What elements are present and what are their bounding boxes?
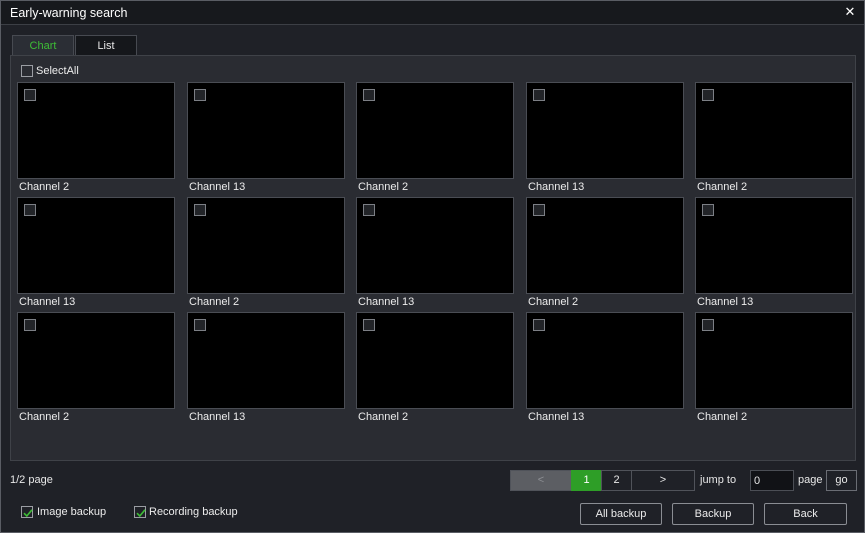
thumbnail-checkbox[interactable]	[363, 319, 375, 331]
snapshot-thumbnail[interactable]	[356, 82, 514, 179]
channel-label: Channel 13	[528, 181, 585, 193]
snapshot-thumbnail[interactable]	[17, 197, 175, 294]
thumbnail-checkbox[interactable]	[363, 89, 375, 101]
backup-button[interactable]: Backup	[672, 503, 754, 525]
snapshot-thumbnail[interactable]	[356, 312, 514, 409]
snapshot-thumbnail[interactable]	[695, 82, 853, 179]
thumbnail-checkbox[interactable]	[533, 204, 545, 216]
snapshot-thumbnail[interactable]	[17, 312, 175, 409]
thumbnail-cell: Channel 13	[187, 82, 345, 194]
channel-label: Channel 2	[189, 296, 240, 308]
channel-label: Channel 2	[19, 181, 70, 193]
thumbnail-cell: Channel 2	[187, 197, 345, 309]
thumbnail-cell: Channel 2	[356, 312, 514, 424]
thumbnail-checkbox[interactable]	[702, 319, 714, 331]
channel-label: Channel 13	[19, 296, 76, 308]
prev-page-button[interactable]: <	[510, 470, 572, 491]
thumbnail-checkbox[interactable]	[363, 204, 375, 216]
snapshot-thumbnail[interactable]	[526, 197, 684, 294]
tab-chart[interactable]: Chart	[12, 35, 74, 55]
thumbnail-checkbox[interactable]	[194, 89, 206, 101]
channel-label: Channel 2	[358, 411, 409, 423]
channel-label: Channel 13	[189, 181, 246, 193]
page-2-button[interactable]: 2	[601, 470, 632, 491]
thumbnail-checkbox[interactable]	[533, 89, 545, 101]
thumbnail-checkbox[interactable]	[194, 204, 206, 216]
image-backup-label: Image backup	[37, 506, 107, 518]
next-page-button[interactable]: >	[631, 470, 695, 491]
thumbnail-cell: Channel 2	[695, 312, 853, 424]
snapshot-thumbnail[interactable]	[187, 312, 345, 409]
image-backup-checkbox[interactable]	[21, 506, 33, 518]
thumbnail-checkbox[interactable]	[702, 89, 714, 101]
jump-page-input[interactable]	[750, 470, 794, 491]
recording-backup-label: Recording backup	[149, 506, 238, 518]
thumbnail-checkbox[interactable]	[702, 204, 714, 216]
page-1-button[interactable]: 1	[571, 470, 602, 491]
window-title: Early-warning search	[10, 6, 128, 20]
thumbnail-cell: Channel 2	[695, 82, 853, 194]
select-all-checkbox[interactable]	[21, 65, 33, 77]
channel-label: Channel 2	[19, 411, 70, 423]
thumbnail-cell: Channel 13	[356, 197, 514, 309]
thumbnail-cell: Channel 13	[526, 312, 684, 424]
title-bar: Early-warning search ✕	[1, 1, 864, 25]
pagination-bar: < 1 2 >	[510, 470, 695, 491]
recording-backup-checkbox[interactable]	[134, 506, 146, 518]
thumbnail-cell: Channel 13	[526, 82, 684, 194]
jump-to-label: jump to	[700, 474, 737, 486]
channel-label: Channel 2	[358, 181, 409, 193]
tab-list[interactable]: List	[75, 35, 137, 55]
checkmark-icon	[23, 509, 33, 518]
thumbnail-cell: Channel 2	[17, 312, 175, 424]
go-button[interactable]: go	[826, 470, 857, 491]
snapshot-thumbnail[interactable]	[526, 82, 684, 179]
snapshot-thumbnail[interactable]	[695, 312, 853, 409]
snapshot-thumbnail[interactable]	[356, 197, 514, 294]
snapshot-thumbnail[interactable]	[526, 312, 684, 409]
channel-label: Channel 13	[528, 411, 585, 423]
channel-label: Channel 2	[697, 181, 748, 193]
back-button[interactable]: Back	[764, 503, 847, 525]
thumbnail-checkbox[interactable]	[194, 319, 206, 331]
channel-label: Channel 13	[697, 296, 754, 308]
channel-label: Channel 2	[697, 411, 748, 423]
snapshot-thumbnail[interactable]	[17, 82, 175, 179]
thumbnail-cell: Channel 13	[695, 197, 853, 309]
thumbnail-cell: Channel 2	[17, 82, 175, 194]
snapshot-thumbnail[interactable]	[187, 82, 345, 179]
all-backup-button[interactable]: All backup	[580, 503, 662, 525]
page-label: page	[798, 474, 823, 486]
channel-label: Channel 13	[189, 411, 246, 423]
thumbnail-cell: Channel 2	[526, 197, 684, 309]
thumbnail-checkbox[interactable]	[24, 319, 36, 331]
thumbnail-checkbox[interactable]	[24, 89, 36, 101]
channel-label: Channel 13	[358, 296, 415, 308]
thumbnail-grid: Channel 2 Channel 13 Channel 2 Channel 13 Ch…	[17, 82, 853, 424]
thumbnail-cell: Channel 2	[356, 82, 514, 194]
snapshot-thumbnail[interactable]	[695, 197, 853, 294]
select-all-label: SelectAll	[36, 65, 79, 77]
close-icon[interactable]: ✕	[842, 4, 858, 20]
early-warning-search-window: Early-warning search ✕ Chart List Select…	[0, 0, 865, 533]
page-info: 1/2 page	[10, 474, 53, 486]
snapshot-thumbnail[interactable]	[187, 197, 345, 294]
checkmark-icon	[136, 509, 146, 518]
thumbnail-checkbox[interactable]	[24, 204, 36, 216]
channel-label: Channel 2	[528, 296, 579, 308]
thumbnail-cell: Channel 13	[187, 312, 345, 424]
thumbnail-cell: Channel 13	[17, 197, 175, 309]
thumbnail-checkbox[interactable]	[533, 319, 545, 331]
